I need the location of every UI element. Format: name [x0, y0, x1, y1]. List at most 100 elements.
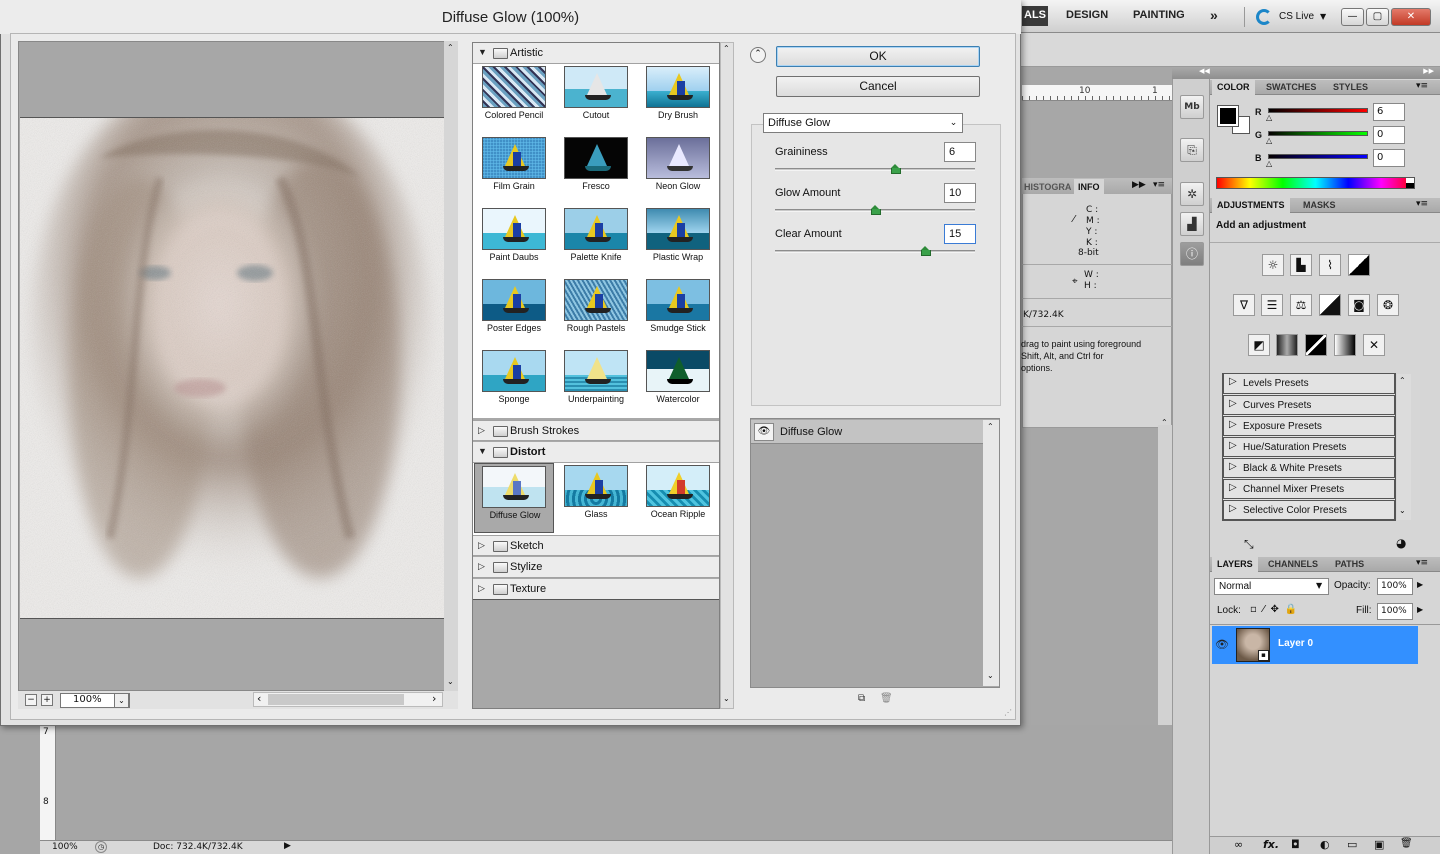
filter-sponge[interactable]: Sponge — [480, 348, 548, 415]
preset-selective-color[interactable]: Selective Color Presets — [1223, 500, 1395, 520]
workspace-painting-button[interactable]: PAINTING — [1133, 9, 1185, 21]
effect-layer-diffuse-glow[interactable]: Diffuse Glow — [751, 420, 983, 444]
preview-scroll-thumb[interactable] — [268, 694, 404, 705]
new-group-icon[interactable]: ▭ — [1347, 838, 1357, 851]
category-sketch[interactable]: ▷ Sketch — [473, 535, 719, 556]
category-texture[interactable]: ▷ Texture — [473, 579, 719, 600]
zoom-dropdown-chevron-icon[interactable]: ⌄ — [114, 693, 129, 708]
color-spectrum-ramp[interactable] — [1216, 177, 1415, 189]
filter-film-grain[interactable]: Film Grain — [480, 135, 548, 202]
preset-channel-mixer[interactable]: Channel Mixer Presets — [1223, 479, 1395, 499]
color-b-slider[interactable] — [1268, 154, 1368, 159]
collapse-gallery-chevron-icon[interactable]: ⌃ — [750, 47, 766, 63]
filter-underpainting[interactable]: Underpainting — [562, 348, 630, 415]
tab-masks[interactable]: MASKS — [1298, 198, 1341, 213]
eye-icon[interactable]: 👁 — [754, 423, 774, 441]
resize-grip-icon[interactable]: ⋰ — [1004, 708, 1012, 717]
filter-select[interactable]: Diffuse Glow — [763, 113, 963, 133]
category-artistic[interactable]: ▼ Artistic — [473, 43, 719, 64]
filter-fresco[interactable]: Fresco — [562, 135, 630, 202]
maximize-button[interactable]: ▢ — [1366, 8, 1389, 26]
effect-layers-scrollbar[interactable] — [983, 420, 999, 686]
tab-info[interactable]: INFO — [1074, 179, 1104, 195]
info-icon[interactable]: ⓘ — [1180, 242, 1204, 266]
gradient-map-icon[interactable] — [1334, 334, 1356, 356]
panel-menu-icon[interactable]: ▾≡ — [1416, 199, 1428, 209]
color-g-slider[interactable] — [1268, 131, 1368, 136]
panel-collapse-bar[interactable]: ▶▶ — [1210, 67, 1440, 79]
category-distort[interactable]: ▼ Distort — [473, 442, 719, 463]
zoom-out-button[interactable]: − — [25, 694, 37, 706]
scroll-down-icon[interactable]: ⌄ — [987, 671, 994, 680]
graininess-slider-thumb[interactable] — [891, 164, 901, 174]
panel-menu-icon[interactable]: ▾≡ — [1416, 81, 1428, 91]
preview-vertical-scrollbar[interactable] — [444, 41, 458, 691]
histogram-icon[interactable]: ▟ — [1180, 212, 1204, 236]
preset-levels[interactable]: Levels Presets — [1223, 374, 1395, 394]
clear-amount-slider[interactable] — [775, 250, 975, 253]
mini-bridge-icon[interactable]: Mb — [1180, 95, 1204, 119]
graininess-slider[interactable] — [775, 168, 975, 171]
scroll-up-icon[interactable]: ⌃ — [1399, 376, 1406, 385]
delete-effect-layer-icon[interactable]: 🗑 — [880, 693, 893, 705]
history-icon[interactable]: ⎘ — [1180, 138, 1204, 162]
new-effect-layer-icon[interactable]: ⧉ — [858, 693, 870, 705]
preview-image[interactable] — [20, 117, 445, 619]
scroll-down-icon[interactable]: ⌄ — [447, 677, 454, 686]
color-b-input[interactable]: 0 — [1373, 149, 1405, 167]
opacity-arrow-icon[interactable]: ▶ — [1417, 580, 1423, 589]
status-menu-arrow-icon[interactable]: ▶ — [284, 841, 291, 851]
black-white-ramp[interactable] — [1406, 178, 1414, 188]
filter-glass[interactable]: Glass — [562, 463, 630, 530]
color-r-slider[interactable] — [1268, 108, 1368, 113]
filter-diffuse-glow[interactable]: Diffuse Glow — [474, 463, 554, 533]
workspace-essentials-button[interactable]: ALS — [1022, 6, 1048, 26]
hue-saturation-icon[interactable]: ☰ — [1261, 294, 1283, 316]
filter-plastic-wrap[interactable]: Plastic Wrap — [644, 206, 712, 273]
glow-amount-input[interactable]: 10 — [944, 183, 976, 203]
glow-amount-slider-thumb[interactable] — [871, 205, 881, 215]
preset-hue-saturation[interactable]: Hue/Saturation Presets — [1223, 437, 1395, 457]
color-r-input[interactable]: 6 — [1373, 103, 1405, 121]
scroll-down-icon[interactable]: ⌄ — [723, 694, 730, 703]
minimize-button[interactable]: — — [1341, 8, 1364, 26]
clear-amount-input[interactable]: 15 — [944, 224, 976, 244]
blend-mode-select[interactable]: Normal — [1214, 578, 1329, 595]
slider-marker-icon[interactable]: △ — [1266, 159, 1272, 168]
filter-smudge-stick[interactable]: Smudge Stick — [644, 277, 712, 344]
brightness-icon[interactable]: ☼ — [1262, 254, 1284, 276]
close-button[interactable]: ✕ — [1391, 8, 1431, 26]
fill-arrow-icon[interactable]: ▶ — [1417, 605, 1423, 614]
category-stylize[interactable]: ▷ Stylize — [473, 557, 719, 578]
zoom-in-button[interactable]: + — [41, 694, 53, 706]
foreground-color-swatch[interactable] — [1217, 105, 1239, 127]
link-layers-icon[interactable]: ∞ — [1234, 838, 1243, 851]
tab-color[interactable]: COLOR — [1212, 80, 1255, 95]
filter-dry-brush[interactable]: Dry Brush — [644, 64, 712, 131]
filter-cutout[interactable]: Cutout — [562, 64, 630, 131]
scroll-left-icon[interactable]: ‹ — [257, 692, 261, 705]
workspace-design-button[interactable]: DESIGN — [1066, 9, 1108, 21]
layer-visibility-eye-icon[interactable]: 👁 — [1215, 638, 1229, 651]
tab-styles[interactable]: STYLES — [1328, 80, 1373, 95]
panel-menu-icon[interactable]: ▾≡ — [1153, 180, 1165, 190]
workspace-more-button[interactable]: » — [1210, 7, 1218, 23]
tab-channels[interactable]: CHANNELS — [1263, 557, 1323, 572]
panel-menu-icon[interactable]: ▾≡ — [1416, 558, 1428, 568]
invert-icon[interactable]: ◩ — [1248, 334, 1270, 356]
layer-style-icon[interactable]: fx. — [1263, 838, 1279, 851]
slider-marker-icon[interactable]: △ — [1266, 136, 1272, 145]
scroll-down-icon[interactable]: ⌄ — [1399, 506, 1406, 515]
preset-curves[interactable]: Curves Presets — [1223, 395, 1395, 415]
filter-palette-knife[interactable]: Palette Knife — [562, 206, 630, 273]
slider-marker-icon[interactable]: △ — [1266, 113, 1272, 122]
scroll-up-icon[interactable]: ⌃ — [1161, 418, 1168, 427]
scroll-right-icon[interactable]: › — [432, 692, 436, 705]
presets-scrollbar[interactable] — [1397, 374, 1411, 520]
ok-button[interactable]: OK — [776, 46, 980, 67]
exposure-icon[interactable] — [1348, 254, 1370, 276]
lock-options-icon[interactable]: ▫⁄✥🔒 — [1250, 604, 1303, 615]
new-adjustment-layer-icon[interactable]: ◐ — [1320, 838, 1330, 851]
cs-live-button[interactable]: CS Live — [1279, 11, 1314, 22]
delete-layer-icon[interactable]: 🗑 — [1400, 838, 1413, 849]
